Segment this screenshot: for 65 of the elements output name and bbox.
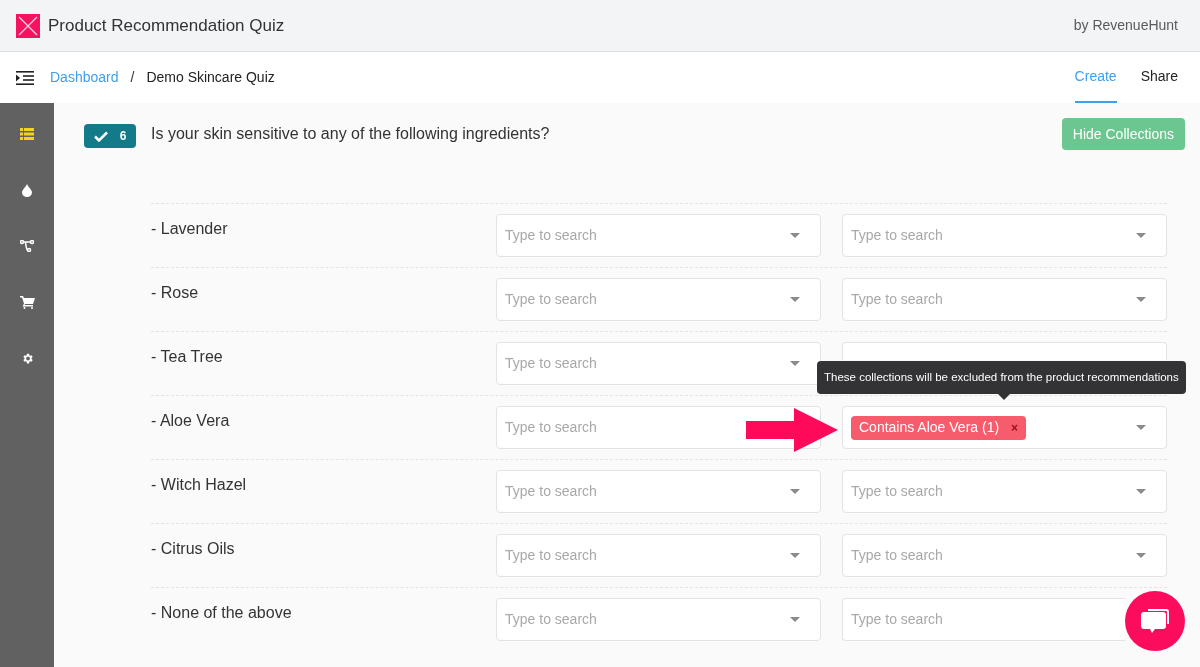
tooltip: These collections will be excluded from the product recommendations [817,361,1186,394]
placeholder-text: Type to search [505,418,597,437]
ingredient-label: - Rose [151,283,200,303]
menu-icon[interactable] [16,70,34,85]
select-field[interactable]: Type to search [496,598,821,641]
placeholder-text: Type to search [505,290,597,309]
ingredient-label: - None of the above [151,603,293,623]
question-number: 6 [119,128,127,145]
caret-icon [1136,297,1146,302]
list-icon [20,128,34,140]
caret-icon [1136,425,1146,430]
caret-icon [790,553,800,558]
nav-tab[interactable]: Share [1140,52,1178,103]
select-field[interactable]: Type to search [842,598,1125,641]
placeholder-text: Type to search [851,610,943,629]
caret-icon [790,617,800,622]
select-field[interactable]: Type to search [496,278,821,321]
placeholder-text: Type to search [505,546,597,565]
breadcrumb-separator: / [130,68,135,87]
ingredient-label: - Aloe Vera [151,411,231,431]
select-field[interactable]: Type to search [496,534,821,577]
breadcrumb-link[interactable]: Dashboard [50,67,119,88]
select-field[interactable]: Type to search [842,214,1167,257]
select-field[interactable]: Type to search [842,470,1167,513]
caret-icon [1136,489,1146,494]
tag-label: Contains Aloe Vera (1) [859,418,1000,437]
remove-tag-button[interactable]: × [1011,418,1019,437]
select-field[interactable]: Type to search [842,534,1167,577]
question-text: Is your skin sensitive to any of the following ingredients? [151,124,550,144]
check-icon [93,130,108,142]
caret-icon [790,489,800,494]
caret-icon [1136,553,1146,558]
ingredient-label: - Witch Hazel [151,475,248,495]
hide-collections-button[interactable]: Hide Collections [1061,118,1185,150]
breadcrumb-current: Demo Skincare Quiz [146,68,275,87]
tooltip-pointer [998,394,1010,400]
placeholder-text: Type to search [851,226,943,245]
select-field[interactable]: Type to search [496,342,821,385]
logo-icon [16,13,40,38]
placeholder-text: Type to search [505,354,597,373]
ingredient-label: - Lavender [151,219,229,239]
placeholder-text: Type to search [851,482,943,501]
cart-icon [19,295,35,309]
ingredient-label: - Tea Tree [151,347,224,367]
ingredient-label: - Citrus Oils [151,539,236,559]
placeholder-text: Type to search [505,610,597,629]
select-field[interactable]: Contains Aloe Vera (1) × [842,406,1167,449]
select-field[interactable]: Type to search [496,470,821,513]
app-title: Product Recommendation Quiz [48,14,285,37]
placeholder-text: Type to search [851,546,943,565]
drop-icon [22,183,32,197]
byline-text: by RevenueHunt [1073,16,1178,35]
caret-icon [1136,233,1146,238]
chat-icon [1140,607,1170,635]
caret-icon [790,233,800,238]
select-field[interactable]: Type to search [496,214,821,257]
caret-icon [790,361,800,366]
chat-button[interactable] [1125,591,1185,651]
branch-icon [20,240,34,252]
select-field[interactable] [842,342,1167,360]
caret-icon [790,297,800,302]
placeholder-text: Type to search [851,290,943,309]
placeholder-text: Type to search [505,226,597,245]
select-field[interactable]: Type to search [842,278,1167,321]
placeholder-text: Type to search [505,482,597,501]
